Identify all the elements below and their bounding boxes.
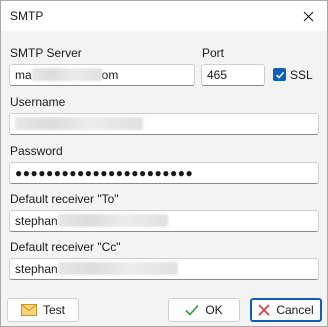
smtp-server-value-suffix: om <box>101 68 119 82</box>
redacted-text <box>15 117 143 130</box>
window-title: SMTP <box>10 9 44 23</box>
redacted-text <box>57 262 178 275</box>
receiver-to-label: Default receiver "To" <box>10 192 119 206</box>
port-input[interactable]: 465 <box>201 64 265 86</box>
close-button[interactable] <box>295 4 321 28</box>
receiver-to-value-prefix: stephan <box>15 214 58 228</box>
receiver-to-input[interactable]: stephan <box>9 210 319 232</box>
smtp-server-label: SMTP Server <box>10 46 82 60</box>
smtp-server-input[interactable]: ma om <box>9 64 195 86</box>
redacted-text <box>31 68 102 81</box>
password-input[interactable]: ●●●●●●●●●●●●●●●●●●●●●●● <box>9 162 319 184</box>
port-label: Port <box>202 46 225 60</box>
username-label: Username <box>10 95 66 109</box>
username-input[interactable] <box>9 113 319 135</box>
receiver-cc-value-prefix: stephan <box>15 262 58 276</box>
test-button[interactable]: Test <box>7 298 79 322</box>
test-button-label: Test <box>42 303 65 317</box>
ssl-label: SSL <box>290 68 313 82</box>
password-label: Password <box>10 144 63 158</box>
ssl-checkbox[interactable] <box>273 68 286 81</box>
checkbox-check-icon <box>275 71 284 79</box>
ok-button-label: OK <box>205 303 223 317</box>
x-icon <box>258 304 270 316</box>
cancel-button-label: Cancel <box>276 303 314 317</box>
ok-button[interactable]: OK <box>168 298 240 322</box>
envelope-icon <box>20 304 37 316</box>
smtp-dialog: SMTP SMTP Server ma om Port 465 SSL Usern… <box>0 0 328 327</box>
checkmark-icon <box>185 304 199 316</box>
title-bar: SMTP <box>1 1 327 31</box>
close-icon <box>303 11 313 21</box>
port-value: 465 <box>207 68 228 82</box>
receiver-cc-label: Default receiver "Cc" <box>10 240 121 254</box>
cancel-button[interactable]: Cancel <box>250 298 322 322</box>
redacted-text <box>57 214 168 227</box>
password-value: ●●●●●●●●●●●●●●●●●●●●●●● <box>15 166 194 180</box>
receiver-cc-input[interactable]: stephan <box>9 258 319 280</box>
smtp-server-value-prefix: ma <box>15 68 32 82</box>
